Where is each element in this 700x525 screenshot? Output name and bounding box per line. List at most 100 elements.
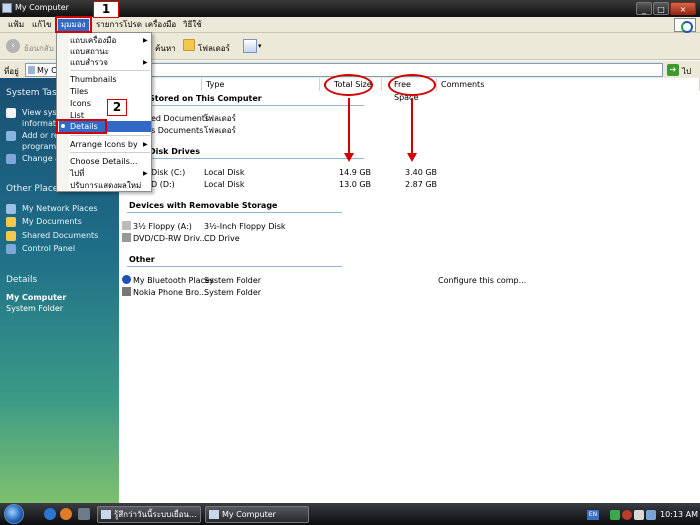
- column-type[interactable]: Type: [202, 78, 320, 91]
- dvd-drive-icon: [122, 233, 131, 242]
- search-button[interactable]: ค้นหา: [155, 42, 176, 55]
- menu-bar: แฟ้ม แก้ไข มุมมอง รายการโปรด เครื่องมือ …: [0, 17, 700, 33]
- table-row[interactable]: DVD/CD-RW Driv...: [133, 233, 207, 244]
- item-type: 3½-Inch Floppy Disk: [204, 222, 286, 231]
- go-arrow-icon[interactable]: ➔: [667, 64, 679, 76]
- arrow-down-icon: [344, 153, 354, 162]
- address-value: My C: [37, 66, 57, 75]
- back-arrow-icon[interactable]: ‹: [6, 39, 20, 53]
- column-comments[interactable]: Comments: [437, 78, 700, 91]
- item-total-size: 13.0 GB: [339, 180, 372, 189]
- back-button[interactable]: ย้อนกลับ: [24, 42, 54, 55]
- submenu-arrow-icon: ▶: [143, 141, 148, 148]
- table-row[interactable]: s Documents: [151, 125, 203, 136]
- place-shared-documents[interactable]: Shared Documents: [22, 230, 98, 241]
- place-control-panel[interactable]: Control Panel: [22, 243, 75, 254]
- menu-icons[interactable]: Icons: [70, 98, 91, 109]
- menu-gutter: [57, 33, 69, 191]
- table-row[interactable]: Nokia Phone Bro...: [133, 287, 207, 298]
- phone-icon: [122, 287, 131, 296]
- add-remove-icon: [6, 131, 16, 141]
- group-divider: [127, 266, 342, 267]
- table-row[interactable]: 3½ Floppy (A:): [133, 221, 192, 232]
- table-row[interactable]: ed Documents: [151, 113, 209, 124]
- taskbar-button-browser[interactable]: รู้สึกว่าวันนี้ระบบเยื่อน...: [97, 506, 201, 523]
- place-network[interactable]: My Network Places: [22, 203, 98, 214]
- task-view-info[interactable]: View syst: [22, 107, 60, 118]
- item-comment: Configure this comp...: [438, 276, 527, 285]
- task-add-remove[interactable]: Add or re: [22, 130, 59, 141]
- step1-highlight: [55, 16, 92, 33]
- clock[interactable]: 10:13 AM: [660, 510, 698, 519]
- documents-icon: [6, 217, 16, 227]
- task-change-setting[interactable]: Change a: [22, 153, 60, 164]
- table-row[interactable]: Disk (C:): [151, 167, 185, 178]
- item-name: DVD/CD-RW Driv...: [133, 234, 208, 243]
- item-name: Nokia Phone Bro...: [133, 288, 207, 297]
- step1-label: 1: [93, 1, 119, 18]
- windows-logo-icon: [674, 18, 696, 33]
- view-menu-dropdown: แถบเครื่องมือ ▶ แถบสถานะ แถบสำรวจ ▶ Thum…: [56, 32, 152, 192]
- maximize-button[interactable]: □: [653, 2, 669, 15]
- language-indicator[interactable]: EN: [587, 510, 599, 520]
- arrow-line: [411, 98, 413, 154]
- item-type: Local Disk: [204, 180, 245, 189]
- tray-icon[interactable]: [646, 510, 656, 520]
- my-computer-icon: [28, 66, 35, 74]
- task-add-remove-2[interactable]: programs: [22, 141, 60, 152]
- views-icon[interactable]: [243, 39, 257, 53]
- menu-refresh[interactable]: ปรับการแสดงผลใหม่: [70, 180, 141, 191]
- details-name: My Computer: [6, 293, 67, 302]
- details-title[interactable]: Details: [6, 275, 37, 285]
- start-button[interactable]: [4, 504, 24, 524]
- menu-file[interactable]: แฟ้ม: [5, 19, 27, 31]
- item-free-space: 3.40 GB: [405, 168, 438, 177]
- tray-icon[interactable]: [622, 510, 632, 520]
- arrow-down-icon: [407, 153, 417, 162]
- table-row[interactable]: My Bluetooth Places: [133, 275, 214, 286]
- menu-go-to[interactable]: ไปที่: [70, 168, 84, 179]
- menu-thumbnails[interactable]: Thumbnails: [70, 74, 116, 85]
- submenu-arrow-icon: ▶: [143, 37, 148, 44]
- control-panel-icon: [6, 244, 16, 254]
- menu-toolbars[interactable]: แถบเครื่องมือ: [70, 35, 116, 46]
- tray-icon[interactable]: [634, 510, 644, 520]
- network-icon: [6, 204, 16, 214]
- chevron-down-icon[interactable]: ▾: [258, 42, 262, 50]
- menu-tiles[interactable]: Tiles: [70, 86, 88, 97]
- show-desktop-icon[interactable]: [78, 508, 90, 520]
- menu-edit[interactable]: แก้ไข: [29, 19, 55, 31]
- item-name: Disk (C:): [151, 168, 186, 177]
- item-type: Local Disk: [204, 168, 245, 177]
- folder-icon[interactable]: [183, 39, 195, 51]
- close-button[interactable]: ×: [670, 2, 696, 15]
- step2-highlight: [56, 119, 107, 134]
- minimize-button[interactable]: _: [636, 2, 652, 15]
- firefox-icon[interactable]: [60, 508, 72, 520]
- browser-icon: [101, 510, 111, 519]
- ie-icon[interactable]: [44, 508, 56, 520]
- table-row[interactable]: D (D:): [151, 179, 175, 190]
- menu-tools[interactable]: เครื่องมือ: [142, 19, 179, 31]
- taskbar-button-my-computer[interactable]: My Computer: [205, 506, 309, 523]
- menu-choose-details[interactable]: Choose Details...: [70, 156, 137, 167]
- item-name: s Documents: [151, 126, 204, 135]
- menu-arrange-icons[interactable]: Arrange Icons by: [70, 139, 138, 150]
- go-button[interactable]: ไป: [682, 65, 691, 78]
- other-places-title[interactable]: Other Places: [6, 184, 63, 194]
- folders-button[interactable]: โฟลเดอร์: [198, 42, 230, 55]
- menu-help[interactable]: วิธีใช้: [180, 19, 205, 31]
- menu-favorites[interactable]: รายการโปรด: [93, 19, 145, 31]
- item-type: CD Drive: [204, 234, 240, 243]
- window-title: My Computer: [15, 3, 69, 12]
- menu-status-bar[interactable]: แถบสถานะ: [70, 46, 109, 57]
- my-computer-icon: [2, 3, 12, 13]
- item-name: 3½ Floppy (A:): [133, 222, 192, 231]
- group-stored: Stored on This Computer: [149, 94, 262, 103]
- place-my-documents[interactable]: My Documents: [22, 216, 82, 227]
- floppy-icon: [122, 221, 131, 230]
- total-size-highlight: [324, 74, 373, 96]
- tray-icon[interactable]: [610, 510, 620, 520]
- group-divider: [149, 105, 364, 106]
- menu-explorer-bar[interactable]: แถบสำรวจ: [70, 57, 108, 68]
